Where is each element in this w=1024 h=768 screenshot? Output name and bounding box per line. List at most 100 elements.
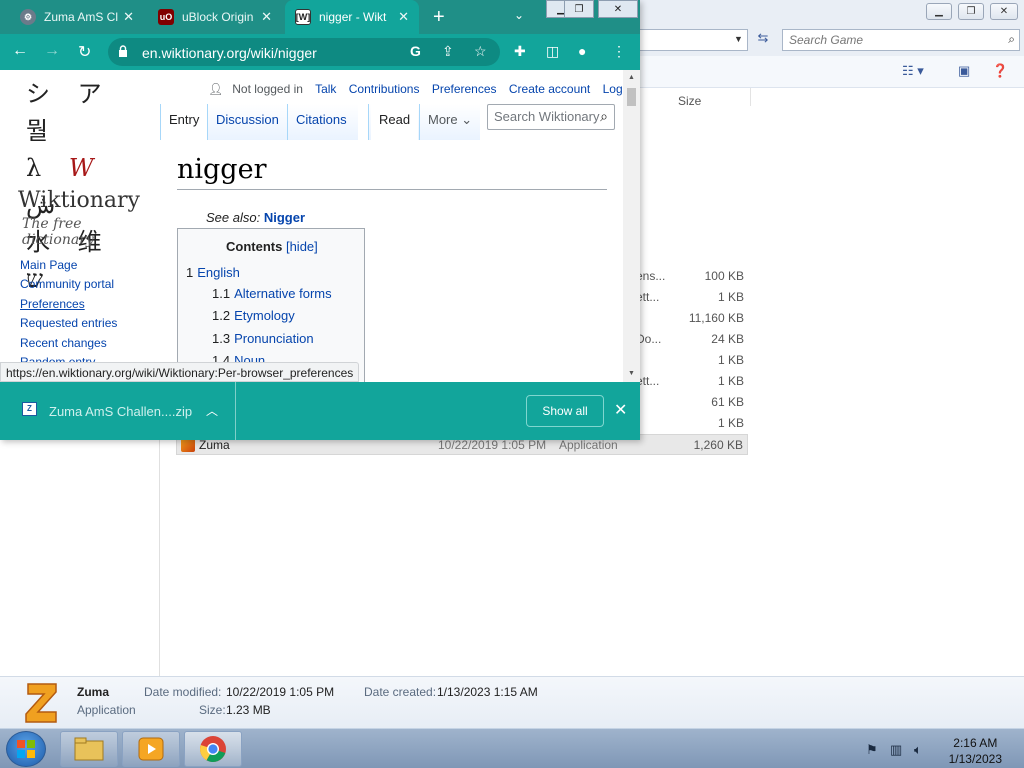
tab-read[interactable]: Read [371, 104, 419, 140]
file-size: 1 KB [717, 416, 744, 430]
profile-avatar[interactable]: ● [578, 43, 586, 59]
file-size: 11,160 KB [688, 311, 744, 325]
bookmark-star-icon[interactable]: ☆ [474, 43, 487, 60]
wiki-search-input[interactable]: Search Wiktionary ⌕ [487, 104, 615, 130]
close-tab-icon[interactable]: ✕ [398, 9, 409, 25]
sidebar-item-main-page[interactable]: Main Page [20, 258, 77, 272]
system-tray: ⚑ ▥ 🔈︎ 2:16 AM 1/13/2023 [860, 733, 1020, 767]
page-content: シ ア 뭘λ W ش水 维 ש Wiktionary The free dict… [0, 70, 623, 382]
status-bubble: https://en.wiktionary.org/wiki/Wiktionar… [0, 362, 360, 382]
scroll-up-icon[interactable]: ▲ [628, 74, 635, 81]
search-icon[interactable]: ⌕ [600, 108, 608, 125]
toc-number: 1 [186, 265, 194, 280]
download-item[interactable]: Z Zuma AmS Challen....zip ︿ [0, 382, 236, 440]
address-bar[interactable]: en.wiktionary.org/wiki/nigger G ⇪ ☆ [108, 38, 500, 66]
chrome-close-button[interactable]: ✕ [598, 0, 638, 18]
close-tab-icon[interactable]: ✕ [261, 9, 272, 25]
menu-icon[interactable]: ⋮ [612, 43, 626, 60]
file-size: 1,260 KB [693, 438, 743, 452]
back-icon[interactable]: ← [12, 42, 28, 60]
file-name: ens... [636, 269, 666, 283]
tab-search-icon[interactable]: ⌄ [514, 8, 524, 22]
tab-discussion[interactable]: Discussion [207, 104, 287, 140]
date-modified-label: Date modified: [144, 685, 222, 699]
toc-item[interactable]: 1.3 Pronunciation [212, 331, 314, 346]
share-icon[interactable]: ⇪ [442, 43, 454, 60]
page-scrollbar[interactable]: ▲ ▼ [623, 70, 640, 382]
chrome-taskbar-button[interactable] [184, 731, 242, 767]
see-also-link[interactable]: Nigger [264, 210, 305, 225]
toc-hide-link[interactable]: [hide] [286, 239, 318, 254]
contributions-link[interactable]: Contributions [349, 82, 420, 96]
navigation-pane[interactable] [0, 440, 160, 676]
file-size: 100 KB [704, 269, 744, 283]
tab-zuma[interactable]: ⚙ Zuma AmS Cl ✕ [10, 0, 144, 34]
preview-pane-icon[interactable]: ▣ [958, 63, 970, 79]
scroll-down-icon[interactable]: ▼ [628, 370, 635, 377]
tab-citations[interactable]: Citations [287, 104, 355, 140]
start-button[interactable] [6, 731, 46, 767]
tab-wiktionary[interactable]: [W] nigger - Wikt ✕ [285, 0, 419, 34]
explorer-search-input[interactable]: Search Game ⌕ [782, 29, 1020, 51]
details-pane: Zuma Application Date modified: 10/22/20… [0, 676, 1024, 728]
refresh-icon[interactable]: ⇆ [752, 30, 774, 50]
tab-ublock[interactable]: uO uBlock Origin ✕ [148, 0, 282, 34]
toc-item[interactable]: 1.1 Alternative forms [212, 286, 332, 301]
create-account-link[interactable]: Create account [509, 82, 590, 96]
network-icon[interactable]: ▥ [890, 742, 902, 758]
login-link[interactable]: Log in [603, 82, 623, 96]
file-name: Zuma [199, 438, 230, 452]
sidebar-item-requested-entries[interactable]: Requested entries [20, 316, 117, 330]
forward-icon[interactable]: → [44, 42, 60, 60]
extensions-icon[interactable]: ✚ [514, 43, 526, 60]
new-tab-icon[interactable]: + [433, 6, 445, 29]
side-panel-icon[interactable]: ◫ [546, 43, 559, 60]
toc-item[interactable]: 1.2 Etymology [212, 308, 295, 323]
help-icon[interactable]: ❓ [992, 63, 1008, 79]
tab-entry[interactable]: Entry [161, 104, 208, 140]
reload-icon[interactable]: ↻ [78, 42, 91, 62]
toc-item[interactable]: 1 English [186, 265, 240, 280]
media-player-taskbar-button[interactable] [122, 731, 180, 767]
chevron-up-icon[interactable]: ︿ [206, 402, 218, 419]
tab-more[interactable]: More ⌄ [419, 104, 480, 140]
sidebar-item-preferences[interactable]: Preferences [20, 297, 85, 311]
size-value: 1.23 MB [226, 703, 271, 717]
minimize-button[interactable]: ▁ [926, 3, 952, 20]
explorer-titlebar: ▁ ❐ ✕ [640, 0, 1024, 26]
toc-number: 1.2 [212, 308, 231, 323]
show-all-button[interactable]: Show all [526, 395, 604, 427]
see-also-label: See also: [206, 210, 261, 225]
explorer-taskbar-button[interactable] [60, 731, 118, 767]
sidebar-item-community-portal[interactable]: Community portal [20, 277, 114, 291]
sidebar-item-recent-changes[interactable]: Recent changes [20, 336, 107, 350]
scroll-thumb[interactable] [627, 88, 636, 106]
view-options-icon[interactable]: ☷ ▾ [902, 63, 924, 79]
toc-title: Contents [hide] [226, 239, 318, 254]
volume-icon[interactable]: 🔈︎ [914, 742, 922, 758]
toc-label: Pronunciation [234, 331, 314, 346]
size-column-header[interactable]: Size [678, 94, 701, 108]
clock[interactable]: 2:16 AM 1/13/2023 [949, 735, 1002, 767]
address-dropdown-icon[interactable]: ▼ [734, 34, 743, 44]
chrome-restore-button[interactable]: ❐ [564, 0, 594, 18]
see-also: See also: Nigger [206, 210, 305, 225]
search-icon[interactable]: ⌕ [1008, 32, 1015, 47]
maximize-button[interactable]: ❐ [958, 3, 984, 20]
lock-icon[interactable] [118, 45, 128, 57]
size-label: Size: [199, 703, 226, 717]
action-center-flag-icon[interactable]: ⚑ [866, 742, 878, 758]
wiktionary-icon: [W] [295, 9, 311, 25]
talk-link[interactable]: Talk [315, 82, 336, 96]
address-field[interactable]: ▼ [640, 29, 748, 51]
url-text: en.wiktionary.org/wiki/nigger [142, 45, 317, 61]
close-button[interactable]: ✕ [990, 3, 1018, 20]
close-tab-icon[interactable]: ✕ [123, 9, 134, 25]
wiktionary-logo[interactable]: シ ア 뭘λ W ش水 维 ש Wiktionary The free dict… [18, 76, 148, 293]
column-separator[interactable] [750, 88, 751, 106]
close-icon[interactable]: ✕ [614, 400, 627, 420]
folder-icon [74, 737, 104, 761]
google-lens-icon[interactable]: G [410, 43, 421, 59]
preferences-link[interactable]: Preferences [432, 82, 497, 96]
tab-strip: ⚙ Zuma AmS Cl ✕ uO uBlock Origin ✕ [W] n… [0, 0, 640, 34]
